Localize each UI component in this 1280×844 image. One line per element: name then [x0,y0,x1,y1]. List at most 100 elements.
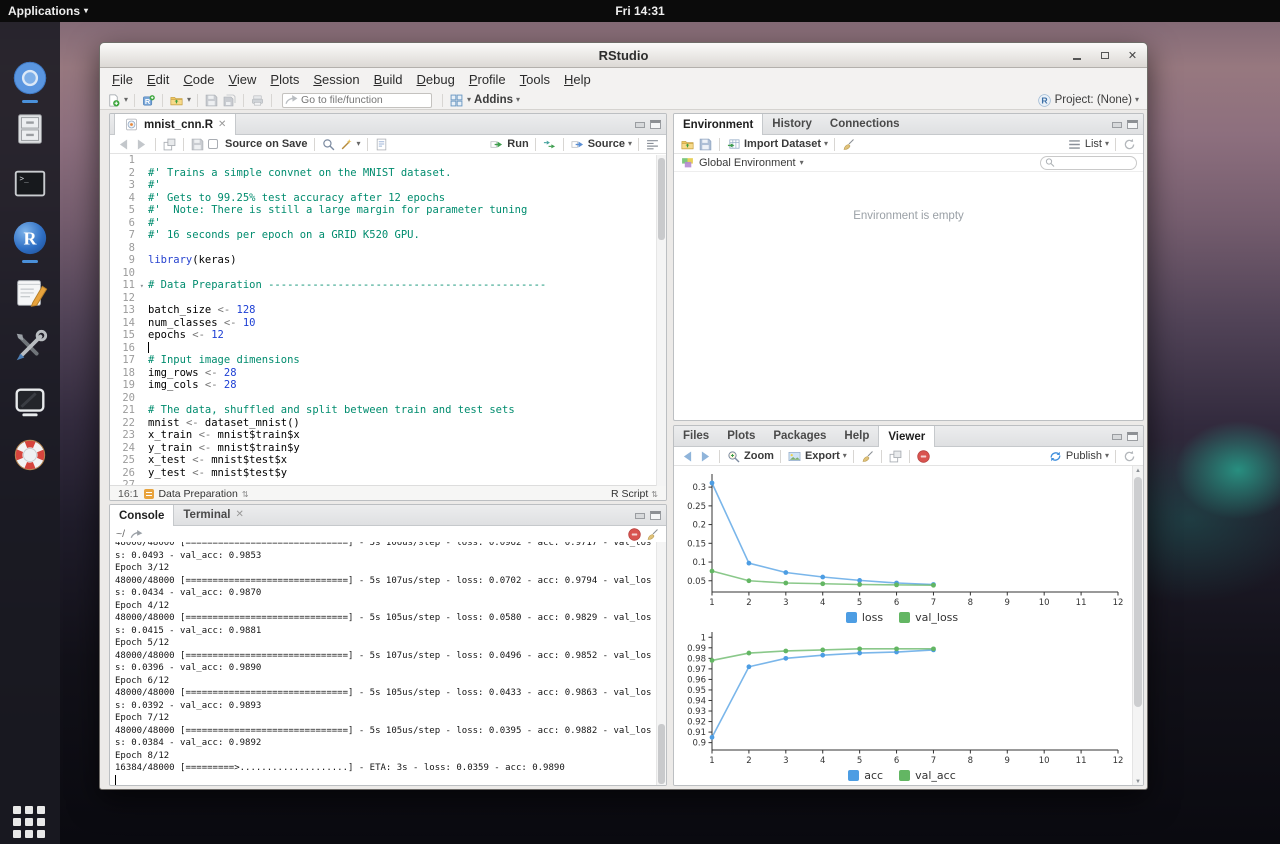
editor-scrollbar[interactable] [656,155,666,486]
save-icon[interactable] [204,93,219,107]
file-type-selector[interactable]: R Script ⇅ [611,488,658,500]
popout-icon[interactable] [888,449,903,463]
run-button[interactable]: Run [507,138,528,150]
back-icon[interactable] [116,137,131,151]
tab-mnist-cnn[interactable]: mnist_cnn.R ✕ [114,114,236,135]
source-run-icon[interactable] [570,137,585,151]
tab-files[interactable]: Files [674,426,718,446]
tab-packages[interactable]: Packages [764,426,835,446]
dock-item-help[interactable] [11,436,49,474]
pane-maximize-icon[interactable] [650,120,661,129]
tab-connections[interactable]: Connections [821,114,909,134]
console-output[interactable]: 48000/48000 [===========================… [110,542,666,786]
console-scrollbar[interactable] [656,542,666,786]
compile-report-icon[interactable] [374,137,389,151]
close-tab-icon[interactable]: ✕ [218,115,226,135]
print-icon[interactable] [250,93,265,107]
export-icon[interactable] [787,449,802,463]
menu-view[interactable]: View [221,68,263,91]
pane-minimize-icon[interactable] [1112,434,1122,440]
close-tab-icon[interactable]: ✕ [235,505,243,525]
legend-item[interactable]: val_acc [899,769,956,782]
menu-file[interactable]: File [105,68,140,91]
viewer-scrollbar[interactable]: ▲ ▼ [1132,466,1143,786]
chevron-down-icon[interactable]: ▾ [1105,140,1109,148]
goto-file-input[interactable] [282,93,432,108]
list-view-icon[interactable] [1067,137,1082,151]
refresh-icon[interactable] [1122,449,1137,463]
section-navigator[interactable]: Data Preparation ⇅ [144,488,248,500]
publish-button[interactable]: Publish [1066,450,1102,462]
menu-plots[interactable]: Plots [263,68,306,91]
menu-session[interactable]: Session [306,68,366,91]
pane-minimize-icon[interactable] [635,122,645,128]
chevron-down-icon[interactable]: ▾ [1105,452,1109,460]
load-workspace-icon[interactable] [680,137,695,151]
document-outline-icon[interactable] [645,137,660,151]
forward-icon[interactable] [698,449,713,463]
clear-environment-icon[interactable] [841,137,856,151]
addins-button[interactable]: Addins [474,94,513,106]
refresh-icon[interactable] [1122,137,1137,151]
new-project-icon[interactable]: R [141,93,156,107]
dock-item-display-settings[interactable] [11,383,49,421]
dock-item-tools[interactable] [11,328,49,366]
save-icon[interactable] [190,137,205,151]
pane-minimize-icon[interactable] [635,513,645,519]
clock[interactable]: Fri 14:31 [0,4,1280,18]
scroll-down-icon[interactable]: ▼ [1133,777,1143,786]
tab-terminal[interactable]: Terminal✕ [174,505,252,525]
legend-item[interactable]: loss [846,611,883,624]
stop-icon[interactable] [916,449,931,463]
menu-tools[interactable]: Tools [513,68,557,91]
chevron-down-icon[interactable]: ▾ [800,159,804,167]
chevron-down-icon[interactable]: ▾ [843,452,847,460]
tab-history[interactable]: History [763,114,821,134]
tab-viewer[interactable]: Viewer [878,426,935,447]
chevron-down-icon[interactable]: ▾ [516,96,520,104]
import-dataset-button[interactable]: Import Dataset [744,138,821,150]
pane-maximize-icon[interactable] [1127,120,1138,129]
close-button[interactable]: ✕ [1126,49,1139,62]
dock-item-rstudio[interactable]: R [11,219,49,257]
pane-maximize-icon[interactable] [1127,432,1138,441]
window-titlebar[interactable]: RStudio ✕ [100,43,1147,68]
pane-minimize-icon[interactable] [1112,122,1122,128]
tab-help[interactable]: Help [835,426,878,446]
chevron-down-icon[interactable]: ▾ [124,96,128,104]
environment-search-input[interactable] [1058,156,1128,169]
save-workspace-icon[interactable] [698,137,713,151]
popout-icon[interactable] [162,137,177,151]
publish-icon[interactable] [1048,449,1063,463]
source-button[interactable]: Source [588,138,625,150]
code-tools-icon[interactable] [339,137,354,151]
zoom-icon[interactable] [726,449,741,463]
environment-scope-selector[interactable]: Global Environment [699,157,796,169]
back-icon[interactable] [680,449,695,463]
open-file-icon[interactable] [169,93,184,107]
legend-item[interactable]: acc [848,769,883,782]
clear-viewer-icon[interactable] [860,449,875,463]
chevron-down-icon[interactable]: ▾ [357,140,361,148]
scroll-up-icon[interactable]: ▲ [1133,466,1143,476]
addins-grid-icon[interactable] [449,93,464,107]
new-file-icon[interactable] [106,93,121,107]
chevron-down-icon[interactable]: ▾ [628,140,632,148]
working-directory[interactable]: ~/ [116,528,125,540]
menu-build[interactable]: Build [367,68,410,91]
forward-icon[interactable] [134,137,149,151]
tab-console[interactable]: Console [110,505,174,526]
save-all-icon[interactable] [222,93,237,107]
show-applications-button[interactable] [13,806,47,840]
chevron-down-icon[interactable]: ▾ [824,140,828,148]
go-to-directory-icon[interactable] [129,527,144,541]
rerun-icon[interactable] [542,137,557,151]
clear-console-icon[interactable] [645,527,660,541]
chevron-down-icon[interactable]: ▾ [187,96,191,104]
pane-maximize-icon[interactable] [650,511,661,520]
chevron-down-icon[interactable]: ▾ [467,96,471,104]
menu-code[interactable]: Code [176,68,221,91]
code-editor[interactable]: 12#' Trains a simple convnet on the MNIS… [110,154,666,485]
dock-item-file-manager[interactable] [11,110,49,148]
source-on-save-checkbox[interactable] [208,139,218,149]
